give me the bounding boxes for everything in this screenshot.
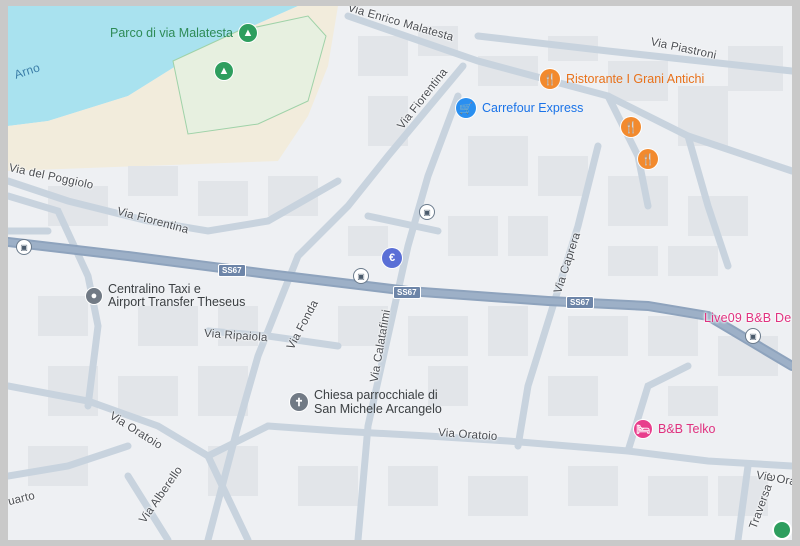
poi-taxi[interactable]: ● Centralino Taxi e Airport Transfer The… <box>86 283 245 309</box>
map-view[interactable]: Arno Parco di via Malatesta ▲ ▲ Via Enri… <box>8 6 792 540</box>
poi-carrefour-express[interactable]: 🛒 Carrefour Express <box>456 98 583 118</box>
highway-shield: SS67 <box>218 264 246 277</box>
bus-stop-icon[interactable]: ▣ <box>353 268 369 284</box>
church-label-line2: San Michele Arcangelo <box>314 402 442 416</box>
location-marker-icon[interactable] <box>772 520 792 540</box>
cross-icon: ✝ <box>290 393 308 411</box>
bus-stop-icon[interactable]: ▣ <box>745 328 761 344</box>
cart-icon: 🛒 <box>456 98 476 118</box>
restaurant-icon[interactable]: 🍴 <box>621 117 641 137</box>
place-icon: ● <box>86 288 102 304</box>
bus-stop-icon[interactable]: ▣ <box>16 239 32 255</box>
highway-shield: SS67 <box>393 286 421 299</box>
tree-icon[interactable]: ▲ <box>215 62 233 80</box>
bnb-telko-label: B&B Telko <box>658 422 716 436</box>
ristorante-label: Ristorante I Grani Antichi <box>566 72 705 86</box>
church-label-line1: Chiesa parrocchiale di <box>314 388 438 402</box>
poi-ristorante[interactable]: 🍴 Ristorante I Grani Antichi <box>540 69 704 89</box>
poi-live09-bnb[interactable]: Live09 B&B De <box>704 311 791 325</box>
bank-icon[interactable]: € <box>382 248 402 268</box>
park-label: Parco di via Malatesta <box>110 26 233 40</box>
taxi-label-line2: Airport Transfer Theseus <box>108 295 246 309</box>
poi-park[interactable]: Parco di via Malatesta ▲ <box>110 24 257 42</box>
bus-stop-icon[interactable]: ▣ <box>419 204 435 220</box>
tree-icon: ▲ <box>238 24 257 42</box>
highway-shield: SS67 <box>566 296 594 309</box>
carrefour-label: Carrefour Express <box>482 101 584 115</box>
poi-church[interactable]: ✝ Chiesa parrocchiale di San Michele Arc… <box>290 388 442 416</box>
bed-icon: 🛏 <box>634 420 652 438</box>
poi-bnb-telko[interactable]: 🛏 B&B Telko <box>634 420 715 438</box>
restaurant-icon: 🍴 <box>540 69 560 89</box>
restaurant-icon[interactable]: 🍴 <box>638 149 658 169</box>
